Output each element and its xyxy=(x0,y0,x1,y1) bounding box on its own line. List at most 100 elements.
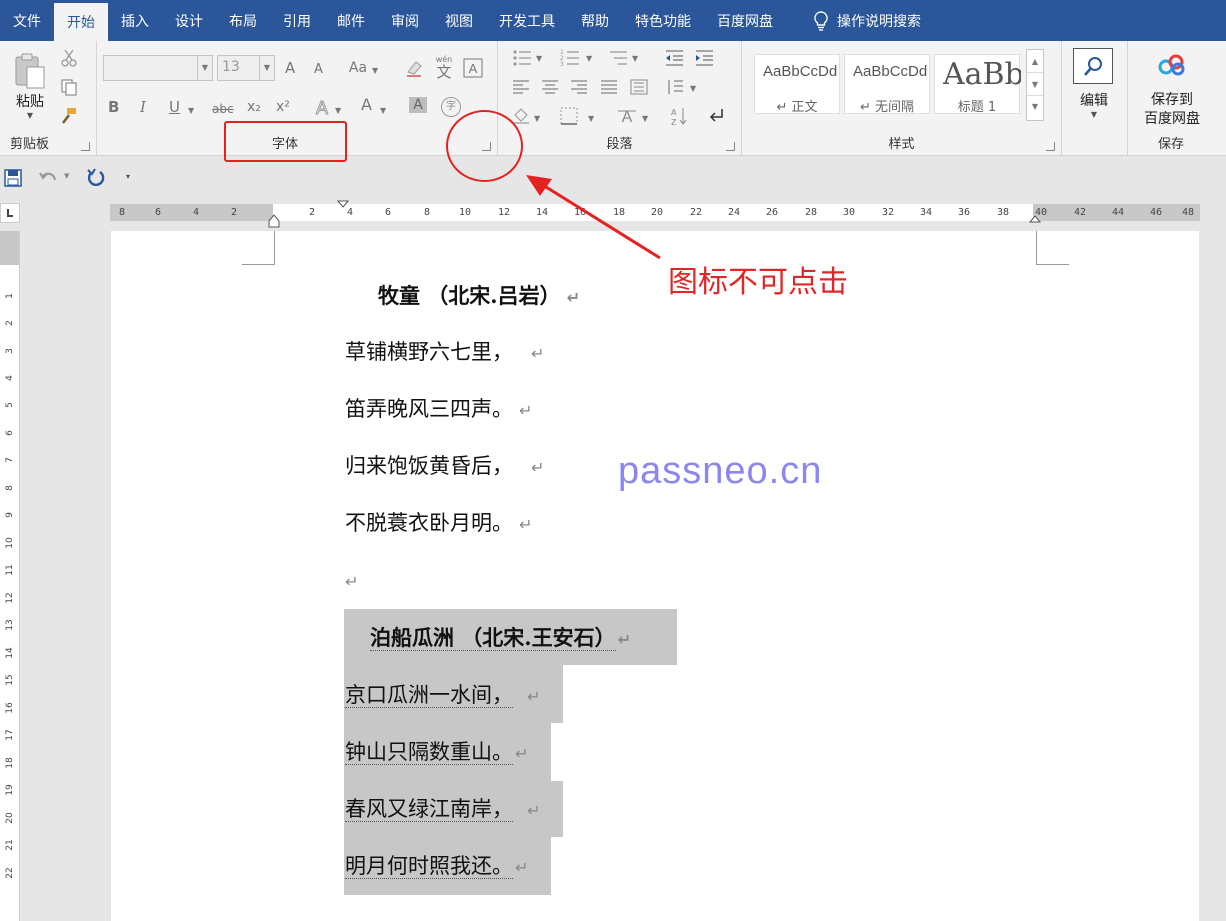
chevron-down-icon[interactable]: ▼ xyxy=(536,51,542,67)
tab-design[interactable]: 设计 xyxy=(162,0,216,41)
enclose-characters-icon[interactable]: 字 xyxy=(441,97,461,117)
ruler-label: 12 xyxy=(497,207,511,218)
tab-insert[interactable]: 插入 xyxy=(108,0,162,41)
paragraph-dialog-launcher-icon[interactable] xyxy=(726,142,735,151)
text-effects-icon[interactable]: A xyxy=(312,97,332,118)
paste-button[interactable]: 粘贴 ▼ xyxy=(8,49,52,127)
tab-home[interactable]: 开始 xyxy=(54,3,108,41)
style-no-spacing[interactable]: AaBbCcDd ↵ 无间隔 xyxy=(844,54,930,115)
poem-line: 归来饱饭黄昏后， ↵ xyxy=(345,453,544,481)
scroll-down-icon[interactable]: ▼ xyxy=(1027,73,1043,96)
tab-help[interactable]: 帮助 xyxy=(568,0,622,41)
chevron-down-icon[interactable]: ▼ xyxy=(642,111,648,127)
ruler-label: 46 xyxy=(1149,207,1163,218)
distributed-icon[interactable] xyxy=(630,79,648,95)
style-heading-1[interactable]: AaBb 标题 1 xyxy=(934,54,1021,115)
customize-qat-icon[interactable]: ▾ xyxy=(126,172,130,181)
copy-icon[interactable] xyxy=(60,78,78,96)
tab-references[interactable]: 引用 xyxy=(270,0,324,41)
align-left-icon[interactable] xyxy=(512,79,530,95)
style-normal[interactable]: AaBbCcDd ↵ 正文 xyxy=(754,54,840,115)
ruler-label: 4 xyxy=(192,207,200,218)
clear-formatting-icon[interactable] xyxy=(404,58,424,78)
clipboard-dialog-launcher-icon[interactable] xyxy=(81,142,90,151)
tab-file[interactable]: 文件 xyxy=(0,0,54,41)
decrease-indent-icon[interactable] xyxy=(664,49,684,67)
styles-dialog-launcher-icon[interactable] xyxy=(1046,142,1055,151)
subscript-icon[interactable]: x₂ xyxy=(247,99,261,115)
cut-icon[interactable] xyxy=(60,49,78,67)
styles-scroll[interactable]: ▲ ▼ ▼ xyxy=(1026,49,1044,121)
align-right-icon[interactable] xyxy=(570,79,588,95)
redo-icon[interactable] xyxy=(86,167,106,187)
chevron-down-icon[interactable]: ▼ xyxy=(632,51,638,67)
search-label: 操作说明搜索 xyxy=(837,13,921,30)
annotation-arrow xyxy=(526,175,661,260)
multilevel-list-icon[interactable] xyxy=(608,49,628,67)
character-shading-icon[interactable]: A xyxy=(409,97,427,113)
shrink-font-icon[interactable]: A xyxy=(314,62,323,78)
left-indent-marker-icon[interactable] xyxy=(268,214,280,228)
change-case-icon[interactable]: Aa xyxy=(346,60,370,76)
vertical-ruler[interactable]: 1 2 3 4 5 6 7 8 9 10 11 12 13 14 15 16 1… xyxy=(0,231,20,921)
save-to-baidu-button[interactable]: 保存到 百度网盘 xyxy=(1134,51,1210,129)
tab-layout[interactable]: 布局 xyxy=(216,0,270,41)
underline-icon[interactable]: U xyxy=(169,99,180,115)
ruler-label: 1 xyxy=(5,293,15,299)
tell-me-search[interactable]: 操作说明搜索 xyxy=(800,0,934,41)
more-styles-icon[interactable]: ▼ xyxy=(1027,96,1043,120)
editing-button[interactable]: 编辑 ▼ xyxy=(1072,48,1116,128)
borders-icon[interactable] xyxy=(560,107,578,125)
align-center-icon[interactable] xyxy=(541,79,559,95)
chevron-down-icon[interactable]: ▼ xyxy=(588,111,594,127)
tab-baidu-netdisk[interactable]: 百度网盘 xyxy=(704,0,786,41)
superscript-icon[interactable]: x² xyxy=(276,99,290,115)
phonetic-guide-icon[interactable]: wén 文 xyxy=(433,55,455,81)
find-icon xyxy=(1073,48,1113,84)
chevron-down-icon[interactable]: ▼ xyxy=(372,63,378,79)
right-indent-marker-icon[interactable] xyxy=(1029,215,1041,223)
svg-text:Z: Z xyxy=(671,118,677,126)
font-name-combo[interactable]: ▼ xyxy=(103,55,213,81)
chevron-down-icon[interactable]: ▼ xyxy=(690,81,696,97)
sort-icon[interactable]: AZ xyxy=(670,106,688,126)
chevron-down-icon[interactable]: ▼ xyxy=(380,103,386,119)
chinese-layout-icon[interactable]: A xyxy=(616,107,638,125)
tab-developer[interactable]: 开发工具 xyxy=(486,0,568,41)
bullets-icon[interactable] xyxy=(512,49,532,67)
ruler-label: 6 xyxy=(154,207,162,218)
numbering-icon[interactable]: 123 xyxy=(560,49,580,67)
italic-icon[interactable]: I xyxy=(140,99,146,115)
tab-mailings[interactable]: 邮件 xyxy=(324,0,378,41)
increase-indent-icon[interactable] xyxy=(694,49,714,67)
font-color-icon[interactable]: A xyxy=(361,97,372,113)
grow-font-icon[interactable]: A xyxy=(285,60,295,76)
tab-selector[interactable] xyxy=(0,203,20,223)
format-painter-icon[interactable] xyxy=(60,107,78,125)
font-size-combo[interactable]: 13 ▼ xyxy=(217,55,275,81)
strikethrough-icon[interactable]: abc xyxy=(212,101,234,117)
tab-features[interactable]: 特色功能 xyxy=(622,0,704,41)
undo-icon[interactable] xyxy=(38,169,58,187)
line-spacing-icon[interactable] xyxy=(666,78,684,96)
chevron-down-icon[interactable]: ▼ xyxy=(64,172,69,180)
tab-view[interactable]: 视图 xyxy=(432,0,486,41)
svg-text:A: A xyxy=(671,108,677,117)
first-line-indent-marker-icon[interactable] xyxy=(337,200,349,208)
character-border-icon[interactable]: A xyxy=(463,58,483,78)
poem-title-text: 泊船瓜洲 （北宋.王安石） xyxy=(370,625,616,651)
shading-icon[interactable] xyxy=(512,107,530,125)
chevron-down-icon[interactable]: ▼ xyxy=(586,51,592,67)
chevron-down-icon[interactable]: ▼ xyxy=(534,111,540,127)
chevron-down-icon[interactable]: ▼ xyxy=(335,103,341,119)
tab-review[interactable]: 审阅 xyxy=(378,0,432,41)
poem-line: 不脱蓑衣卧月明。 ↵ xyxy=(345,510,532,538)
show-hide-marks-icon[interactable] xyxy=(708,107,726,125)
document-page[interactable] xyxy=(111,231,1199,921)
bold-icon[interactable]: B xyxy=(108,99,119,115)
chevron-down-icon[interactable]: ▼ xyxy=(188,103,194,119)
scroll-up-icon[interactable]: ▲ xyxy=(1027,50,1043,73)
save-icon[interactable] xyxy=(4,169,22,187)
justify-icon[interactable] xyxy=(600,79,618,95)
ruler-label: 6 xyxy=(5,430,15,436)
